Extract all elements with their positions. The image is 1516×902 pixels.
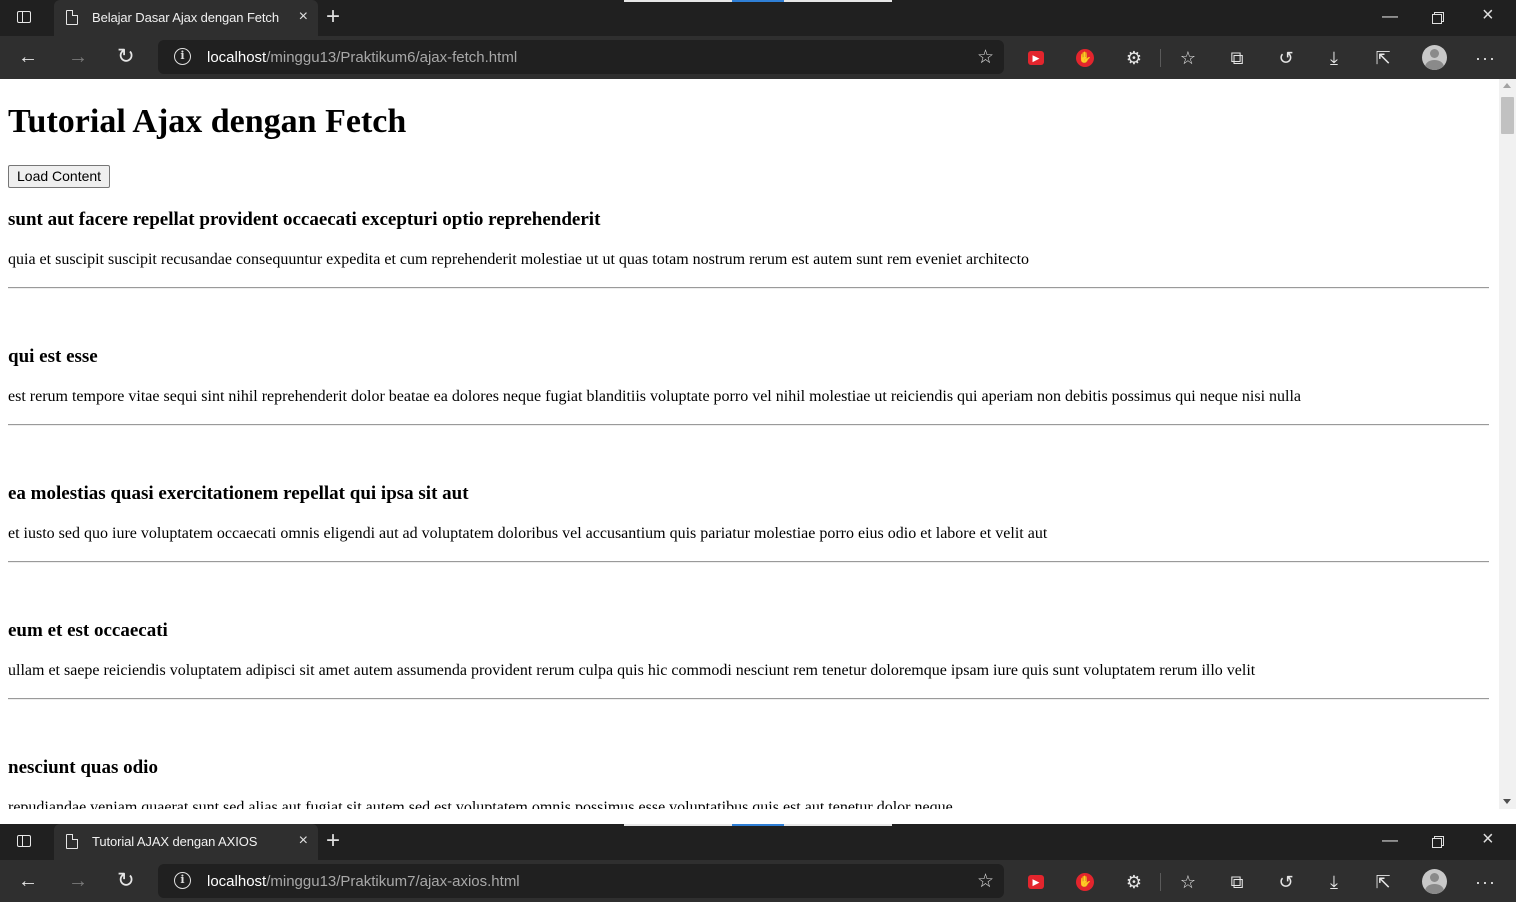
active-tab[interactable]: Tutorial AJAX dengan AXIOS × [54, 824, 318, 860]
new-tab-button[interactable]: + [326, 4, 340, 30]
vertical-scrollbar[interactable] [1499, 79, 1516, 809]
url-text[interactable]: localhost/minggu13/Praktikum6/ajax-fetch… [207, 49, 517, 66]
close-tab-icon[interactable]: × [299, 8, 308, 26]
toolbar-divider [1160, 49, 1161, 67]
extension-hand-icon[interactable]: ✋ [1075, 48, 1095, 68]
post-item: qui est esse est rerum tempore vitae sequ… [8, 289, 1489, 426]
extensions-icon[interactable]: ⚙ [1124, 48, 1144, 68]
add-favorite-icon[interactable]: ☆ [977, 46, 994, 69]
post-spacer [8, 700, 1489, 736]
post-item: nesciunt quas odio repudiandae veniam qua… [8, 700, 1489, 809]
scroll-down-arrow[interactable] [1503, 799, 1511, 804]
site-info-icon[interactable]: i [174, 48, 191, 65]
post-item: ea molestias quasi exercitationem repell… [8, 426, 1489, 563]
tab-actions-button[interactable] [14, 8, 36, 28]
post-body: quia et suscipit suscipit recusandae con… [8, 251, 1030, 268]
address-bar[interactable]: i localhost/minggu13/Praktikum6/ajax-fet… [158, 40, 1004, 74]
page-icon [66, 10, 78, 25]
profile-avatar[interactable] [1422, 869, 1447, 894]
post-body: ullam et saepe reiciendis voluptatem adi… [8, 662, 1256, 679]
minimize-button[interactable]: — [1382, 832, 1398, 850]
minimize-button[interactable]: — [1382, 8, 1398, 26]
post-title: qui est esse [8, 346, 98, 367]
collections-icon[interactable]: ⧉ [1227, 872, 1247, 892]
downloads-icon[interactable]: ⤓ [1324, 872, 1344, 892]
more-menu-icon[interactable]: ··· [1475, 48, 1495, 68]
extension-red-icon[interactable]: ▶ [1026, 872, 1046, 892]
downloads-icon[interactable]: ⤓ [1324, 48, 1344, 68]
tab-title: Belajar Dasar Ajax dengan Fetch [92, 10, 279, 25]
post-body: et iusto sed quo iure voluptatem occaeca… [8, 525, 1048, 542]
url-host: localhost [207, 49, 267, 66]
post-title: sunt aut facere repellat provident occae… [8, 209, 601, 230]
history-icon[interactable]: ↺ [1276, 872, 1296, 892]
window-drag-indicator [624, 0, 892, 2]
browser-window-1: Belajar Dasar Ajax dengan Fetch × + — × … [0, 0, 1516, 79]
close-window-button[interactable]: × [1482, 829, 1494, 849]
address-bar[interactable]: i localhost/minggu13/Praktikum7/ajax-axi… [158, 864, 1004, 898]
scroll-up-arrow[interactable] [1503, 83, 1511, 88]
post-body: est rerum tempore vitae sequi sint nihil… [8, 388, 1301, 405]
post-spacer [8, 289, 1489, 325]
extensions-icon[interactable]: ⚙ [1124, 872, 1144, 892]
close-tab-icon[interactable]: × [299, 832, 308, 850]
post-title: nesciunt quas odio [8, 757, 158, 778]
more-menu-icon[interactable]: ··· [1475, 872, 1495, 892]
profile-avatar[interactable] [1422, 45, 1447, 70]
post-spacer [8, 426, 1489, 462]
extension-hand-icon[interactable]: ✋ [1075, 872, 1095, 892]
add-favorite-icon[interactable]: ☆ [977, 870, 994, 893]
new-tab-button[interactable]: + [326, 828, 340, 854]
load-content-button[interactable]: Load Content [8, 165, 111, 188]
refresh-button[interactable]: ↻ [117, 46, 135, 68]
url-text[interactable]: localhost/minggu13/Praktikum7/ajax-axios… [207, 873, 520, 890]
browser-window-2: Tutorial AJAX dengan AXIOS × + — × ← → ↻… [0, 824, 1516, 902]
url-path: /minggu13/Praktikum7/ajax-axios.html [266, 873, 520, 890]
posts-list: sunt aut facere repellat provident occae… [8, 207, 1489, 809]
back-button[interactable]: ← [18, 46, 38, 68]
share-icon[interactable]: ⇱ [1373, 48, 1393, 68]
post-item: sunt aut facere repellat provident occae… [8, 207, 1489, 289]
post-title: eum et est occaecati [8, 620, 168, 641]
restore-button[interactable] [1432, 836, 1444, 848]
share-icon[interactable]: ⇱ [1373, 872, 1393, 892]
restore-button[interactable] [1432, 12, 1444, 24]
active-tab[interactable]: Belajar Dasar Ajax dengan Fetch × [54, 0, 318, 36]
tab-actions-button[interactable] [14, 832, 36, 852]
post-spacer [8, 563, 1489, 599]
site-info-icon[interactable]: i [174, 872, 191, 889]
favorites-icon[interactable]: ☆ [1178, 48, 1198, 68]
tab-title: Tutorial AJAX dengan AXIOS [92, 834, 258, 849]
page-viewport: Tutorial Ajax dengan Fetch Load Content … [0, 79, 1516, 809]
page-title: Tutorial Ajax dengan Fetch [8, 103, 407, 140]
post-item: eum et est occaecati ullam et saepe reici… [8, 563, 1489, 700]
page-icon [66, 834, 78, 849]
toolbar-divider [1160, 873, 1161, 891]
url-host: localhost [207, 873, 267, 890]
window-drag-indicator [624, 824, 892, 826]
url-path: /minggu13/Praktikum6/ajax-fetch.html [266, 49, 518, 66]
page-content: Tutorial Ajax dengan Fetch Load Content … [8, 79, 1489, 809]
tab-strip: Belajar Dasar Ajax dengan Fetch × + — × [0, 0, 1516, 36]
post-body: repudiandae veniam quaerat sunt sed alia… [8, 799, 953, 809]
window-gap [0, 809, 1516, 824]
back-button[interactable]: ← [18, 870, 38, 892]
collections-icon[interactable]: ⧉ [1227, 48, 1247, 68]
navigation-toolbar: ← → ↻ i localhost/minggu13/Praktikum6/aj… [0, 36, 1516, 79]
scroll-thumb[interactable] [1501, 97, 1514, 134]
extension-red-icon[interactable]: ▶ [1026, 48, 1046, 68]
post-title: ea molestias quasi exercitationem repell… [8, 483, 469, 504]
forward-button[interactable]: → [68, 870, 88, 892]
navigation-toolbar: ← → ↻ i localhost/minggu13/Praktikum7/aj… [0, 860, 1516, 902]
close-window-button[interactable]: × [1482, 5, 1494, 25]
tab-strip: Tutorial AJAX dengan AXIOS × + — × [0, 824, 1516, 860]
history-icon[interactable]: ↺ [1276, 48, 1296, 68]
forward-button[interactable]: → [68, 46, 88, 68]
refresh-button[interactable]: ↻ [117, 870, 135, 892]
favorites-icon[interactable]: ☆ [1178, 872, 1198, 892]
